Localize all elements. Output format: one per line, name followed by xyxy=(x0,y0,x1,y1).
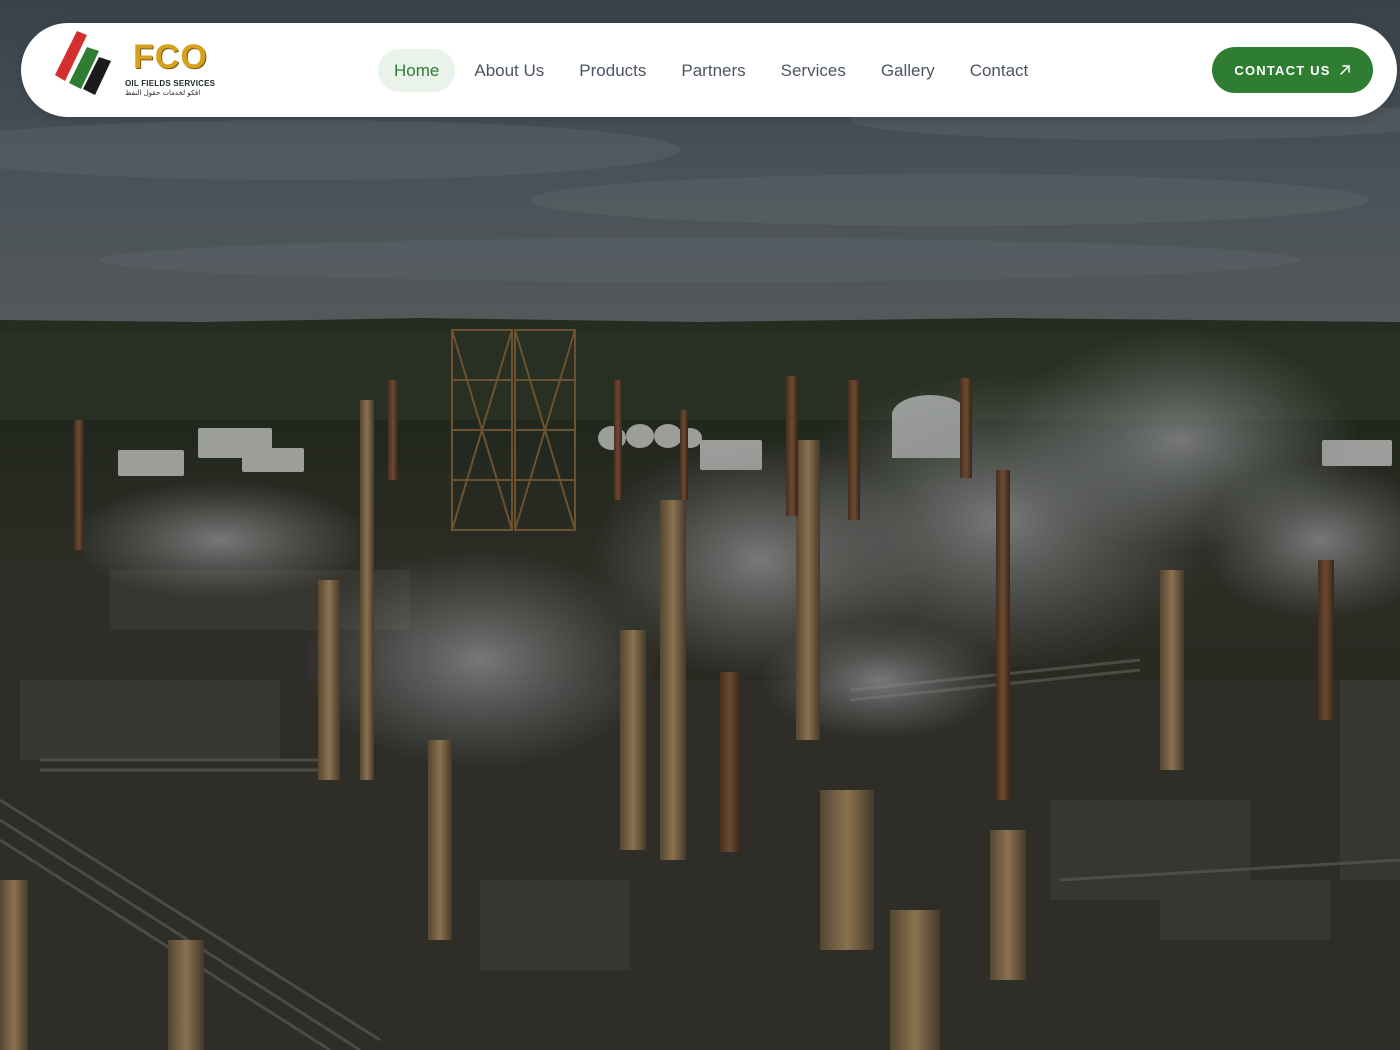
nav-item-home[interactable]: Home xyxy=(378,49,456,92)
main-menu: Home About Us Products Partners Services… xyxy=(378,49,1047,92)
nav-item-gallery[interactable]: Gallery xyxy=(865,49,951,92)
arrow-up-right-icon xyxy=(1339,65,1350,75)
nav-item-products[interactable]: Products xyxy=(563,49,662,92)
navbar: FCO OIL FIELDS SERVICES افكو لخدمات حقول… xyxy=(21,23,1397,117)
nav-item-partners[interactable]: Partners xyxy=(665,49,761,92)
logo-stripes-icon xyxy=(55,31,111,95)
logo-arabic-subtitle: افكو لخدمات حقول النفط xyxy=(125,89,201,97)
nav-item-about-us[interactable]: About Us xyxy=(458,49,560,92)
hero-background-image xyxy=(0,0,1400,1050)
company-logo[interactable]: FCO OIL FIELDS SERVICES افكو لخدمات حقول… xyxy=(37,23,237,117)
logo-wordmark: FCO xyxy=(133,38,208,76)
contact-us-button[interactable]: CONTACT US xyxy=(1212,47,1373,93)
logo-subtitle: OIL FIELDS SERVICES xyxy=(125,79,216,88)
contact-us-button-label: CONTACT US xyxy=(1234,62,1331,78)
nav-item-contact[interactable]: Contact xyxy=(954,49,1045,92)
nav-item-services[interactable]: Services xyxy=(765,49,862,92)
